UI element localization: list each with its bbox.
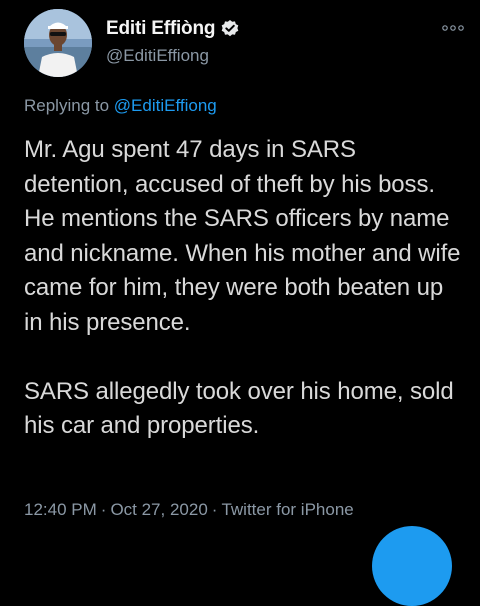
display-name[interactable]: Editi Effiòng bbox=[106, 18, 215, 40]
separator-dot: · bbox=[211, 500, 218, 519]
user-handle[interactable]: @EditiEffiong bbox=[106, 46, 240, 66]
tweet-paragraph: SARS allegedly took over his home, sold … bbox=[24, 377, 454, 440]
avatar-photo bbox=[24, 9, 92, 77]
replying-to-mention[interactable]: @EditiEffiong bbox=[114, 96, 217, 115]
tweet: Editi Effiòng @EditiEffiong Replying to … bbox=[0, 0, 480, 606]
tweet-meta: 12:40 PM · Oct 27, 2020 · Twitter for iPhone bbox=[24, 500, 354, 520]
avatar[interactable] bbox=[24, 9, 92, 77]
tweet-paragraph: Mr. Agu spent 47 days in SARS detention,… bbox=[24, 136, 461, 336]
more-dots-icon[interactable] bbox=[442, 23, 464, 35]
replying-to-line: Replying to @EditiEffiong bbox=[24, 96, 217, 116]
replying-prefix: Replying to bbox=[24, 96, 110, 115]
display-name-row: Editi Effiòng bbox=[106, 17, 240, 41]
separator-dot: · bbox=[100, 500, 107, 519]
tweet-time[interactable]: 12:40 PM bbox=[24, 500, 97, 519]
tweet-date[interactable]: Oct 27, 2020 bbox=[110, 500, 207, 519]
tweet-text: Mr. Agu spent 47 days in SARS detention,… bbox=[24, 133, 464, 444]
tweet-author: Editi Effiòng @EditiEffiong bbox=[106, 17, 240, 66]
compose-button[interactable] bbox=[372, 526, 452, 606]
tweet-header: Editi Effiòng @EditiEffiong bbox=[24, 9, 464, 79]
tweet-source[interactable]: Twitter for iPhone bbox=[221, 500, 353, 519]
verified-badge-icon bbox=[220, 19, 240, 39]
